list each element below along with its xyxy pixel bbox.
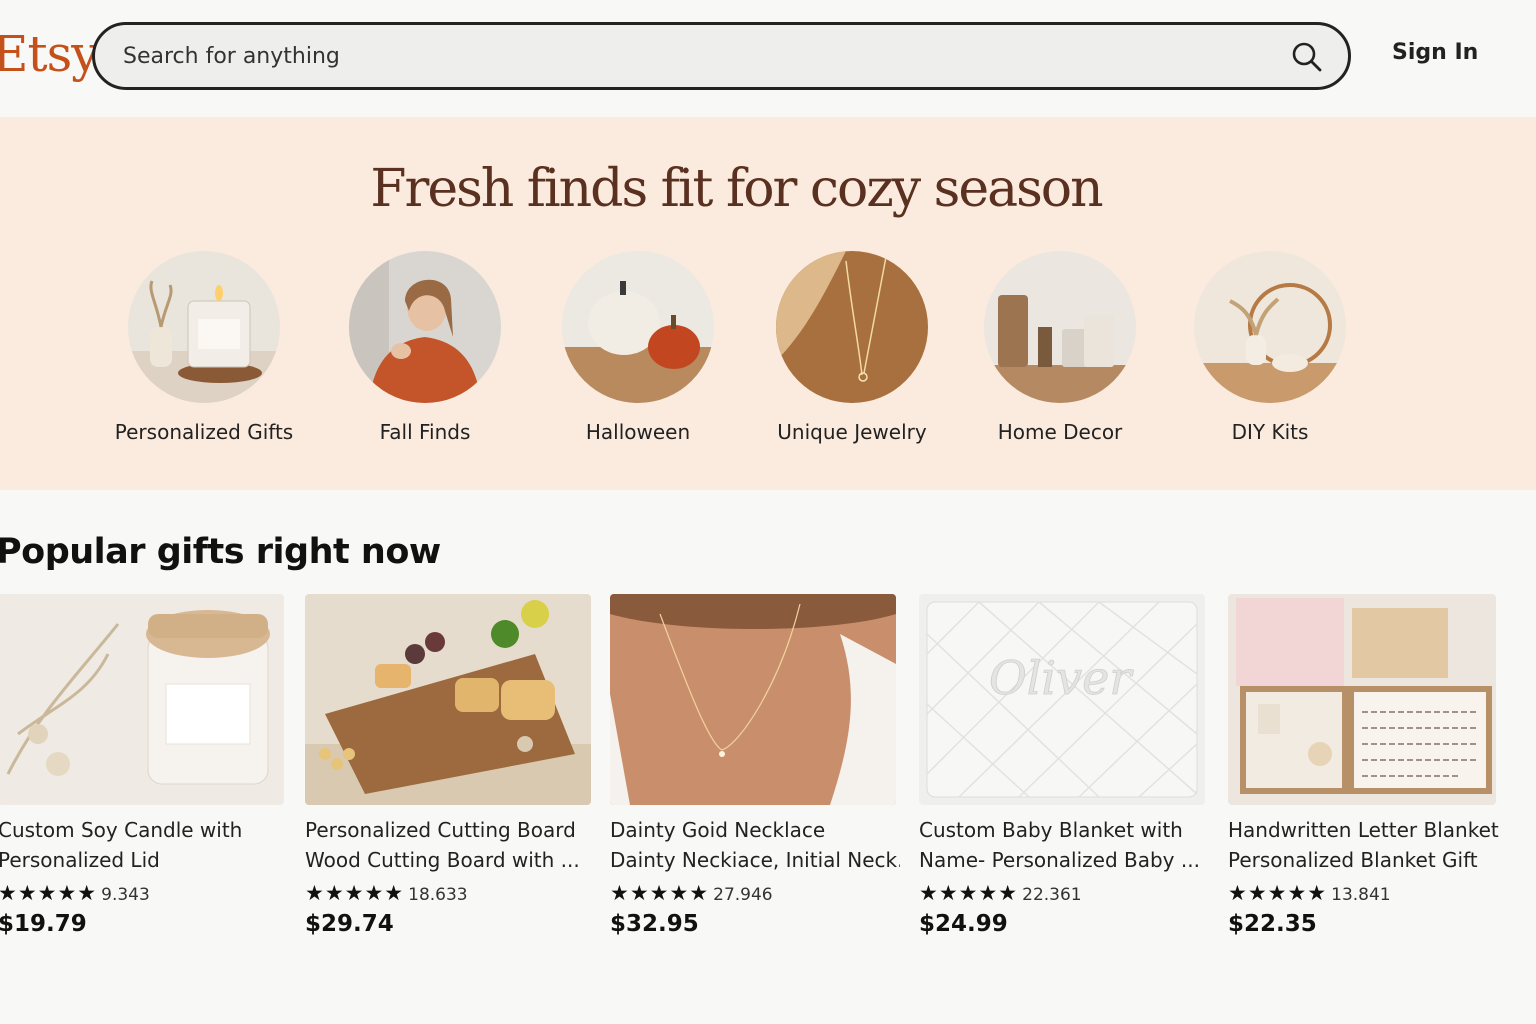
star-rating-icon: ★★★★★ bbox=[610, 881, 710, 905]
sign-in-link[interactable]: Sign In bbox=[1392, 40, 1478, 65]
review-count: 27.946 bbox=[713, 885, 773, 905]
product-rating: ★★★★★ 27.946 bbox=[610, 879, 900, 907]
product-title-line: Personalized Blanket Gift bbox=[1228, 848, 1478, 872]
category-label: Personalized Gifts bbox=[114, 420, 294, 444]
star-rating-icon: ★★★★★ bbox=[919, 881, 1019, 905]
product-rating: ★★★★★ 22.361 bbox=[919, 879, 1209, 907]
product-title-line: Custom Baby Blanket with bbox=[919, 818, 1183, 842]
review-count: 13.841 bbox=[1331, 885, 1391, 905]
product-image-cutting-board[interactable] bbox=[305, 594, 591, 805]
product-title-line: Dainty Neckiace, Initial Neck... bbox=[610, 848, 900, 872]
category-halloween[interactable]: Halloween bbox=[538, 251, 738, 447]
product-title-line: Custom Soy Candle with bbox=[0, 818, 243, 842]
category-personalized-gifts[interactable]: Personalized Gifts bbox=[104, 251, 304, 447]
search-bar[interactable] bbox=[92, 22, 1351, 90]
star-rating-icon: ★★★★★ bbox=[305, 881, 405, 905]
product-price: $24.99 bbox=[919, 911, 1008, 937]
product-title-line: Personalized Cutting Board bbox=[305, 818, 576, 842]
product-title-line: Name- Personalized Baby ... bbox=[919, 848, 1200, 872]
category-home-decor[interactable]: Home Decor bbox=[960, 251, 1160, 447]
product-title-line: Wood Cutting Board with ... bbox=[305, 848, 580, 872]
product-title-line: Dainty Goid Necklace bbox=[610, 818, 826, 842]
category-image-candle bbox=[128, 251, 280, 403]
category-diy-kits[interactable]: DIY Kits bbox=[1170, 251, 1370, 447]
category-label: Unique Jewelry bbox=[777, 420, 927, 444]
product-rating: ★★★★★ 13.841 bbox=[1228, 879, 1518, 907]
category-image-diy bbox=[1194, 251, 1346, 403]
product-card[interactable]: Custom Soy Candle with Personalized Lid … bbox=[0, 594, 288, 937]
product-image-blanket[interactable]: Oliver bbox=[919, 594, 1205, 805]
product-image-candle[interactable] bbox=[0, 594, 284, 805]
svg-text:Oliver: Oliver bbox=[989, 651, 1134, 705]
etsy-logo[interactable]: Etsy bbox=[0, 22, 99, 86]
category-label: DIY Kits bbox=[1231, 420, 1309, 444]
product-rating: ★★★★★ 9.343 bbox=[0, 879, 288, 907]
product-image-necklace[interactable] bbox=[610, 594, 896, 805]
category-image-decor bbox=[984, 251, 1136, 403]
product-title-line: Personalized Lid bbox=[0, 848, 160, 872]
section-title: Popular gifts right now bbox=[0, 532, 441, 572]
category-image-necklace bbox=[776, 251, 928, 403]
category-label: Halloween bbox=[585, 420, 691, 444]
product-price: $29.74 bbox=[305, 911, 394, 937]
category-label: Fall Finds bbox=[379, 420, 471, 444]
review-count: 18.633 bbox=[408, 885, 468, 905]
product-title-line: Handwritten Letter Blanket bbox=[1228, 818, 1499, 842]
product-card[interactable]: Dainty Goid Necklace Dainty Neckiace, In… bbox=[610, 594, 900, 937]
category-fall-finds[interactable]: Fall Finds bbox=[325, 251, 525, 447]
product-card[interactable]: Handwritten Letter Blanket Personalized … bbox=[1228, 594, 1518, 937]
site-header: Etsy Sign In bbox=[0, 0, 1536, 117]
category-image-sweater bbox=[349, 251, 501, 403]
product-card[interactable]: Oliver Custom Baby Blanket with Name- Pe… bbox=[919, 594, 1209, 937]
product-rating: ★★★★★ 18.633 bbox=[305, 879, 595, 907]
category-image-pumpkins bbox=[562, 251, 714, 403]
star-rating-icon: ★★★★★ bbox=[0, 881, 98, 905]
star-rating-icon: ★★★★★ bbox=[1228, 881, 1328, 905]
category-unique-jewelry[interactable]: Unique Jewelry bbox=[752, 251, 952, 447]
review-count: 9.343 bbox=[101, 885, 150, 905]
product-image-gift-box[interactable] bbox=[1228, 594, 1496, 805]
search-input[interactable] bbox=[123, 39, 1263, 73]
review-count: 22.361 bbox=[1022, 885, 1082, 905]
product-price: $22.35 bbox=[1228, 911, 1317, 937]
hero-banner: Fresh finds fit for cozy season Personal… bbox=[0, 117, 1536, 490]
category-label: Home Decor bbox=[997, 420, 1123, 444]
product-card[interactable]: Personalized Cutting Board Wood Cutting … bbox=[305, 594, 595, 937]
hero-title: Fresh finds fit for cozy season bbox=[370, 159, 1103, 219]
product-price: $32.95 bbox=[610, 911, 699, 937]
search-icon[interactable] bbox=[1291, 41, 1323, 73]
product-price: $19.79 bbox=[0, 911, 87, 937]
